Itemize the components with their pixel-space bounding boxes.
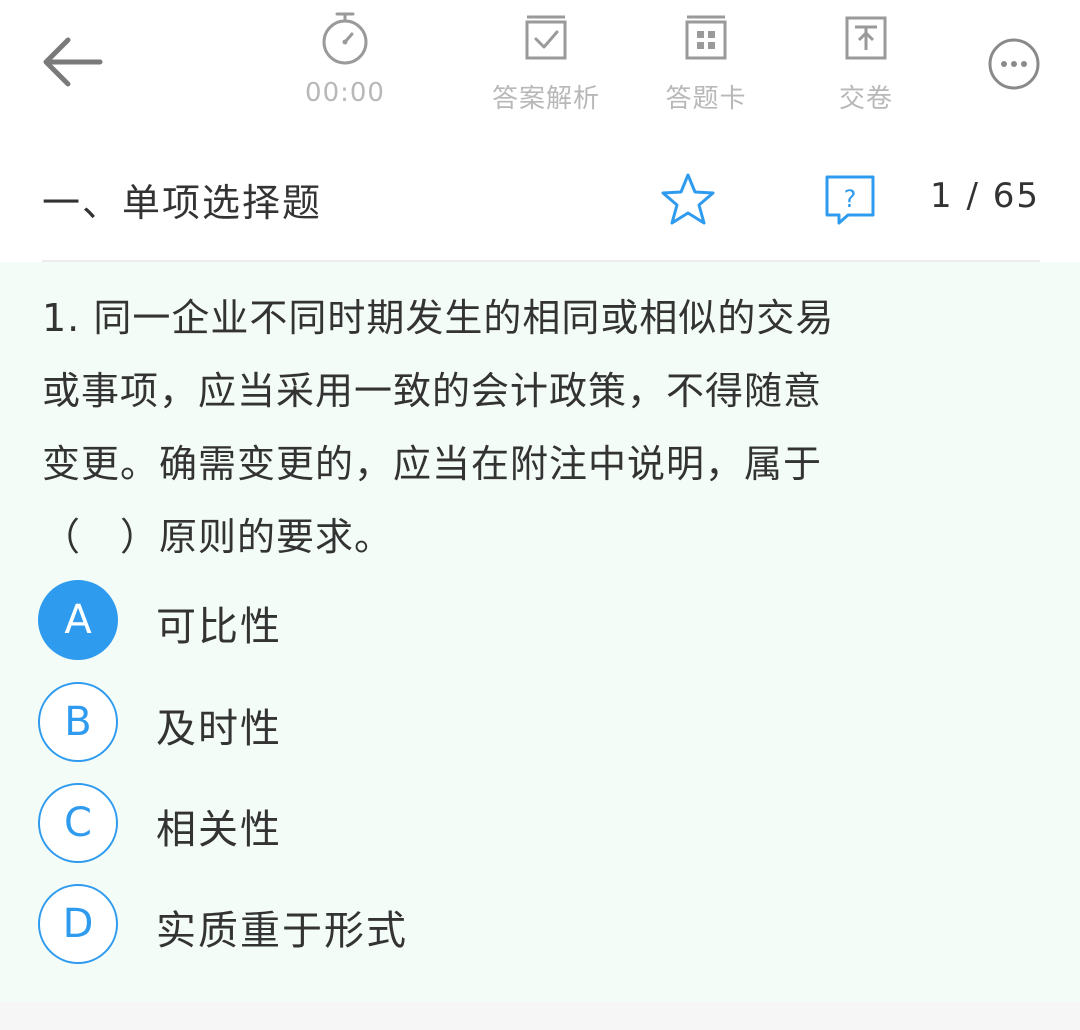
option-text: 相关性 xyxy=(156,807,282,853)
option-text: 可比性 xyxy=(156,604,282,650)
more-button[interactable] xyxy=(986,36,1042,92)
svg-text:?: ? xyxy=(844,185,857,213)
analysis-icon xyxy=(525,15,567,60)
option-text: 实质重于形式 xyxy=(156,908,408,954)
question-stem: 1. 同一企业不同时期发生的相同或相似的交易 或事项，应当采用一致的会计政策，不… xyxy=(42,282,982,574)
question-progress: 1 / 65 xyxy=(930,176,1040,216)
option-b[interactable]: B 及时性 xyxy=(38,682,938,766)
submit-paper-label: 交卷 xyxy=(838,84,893,114)
submit-paper-button[interactable]: 交卷 xyxy=(786,10,946,115)
option-a[interactable]: A 可比性 xyxy=(38,580,938,664)
timer-button[interactable]: 00:00 xyxy=(265,10,425,108)
answer-card-button[interactable]: 答题卡 xyxy=(626,10,786,115)
option-letter-bubble: A xyxy=(38,580,118,660)
timer-label: 00:00 xyxy=(305,78,385,108)
option-text: 及时性 xyxy=(156,706,282,752)
arrow-left-icon xyxy=(43,37,103,87)
section-header: 一、单项选择题 ? 1 / 65 xyxy=(0,160,1080,240)
top-toolbar: 00:00 答案解析 答题卡 交卷 xyxy=(0,0,1080,130)
option-d[interactable]: D 实质重于形式 xyxy=(38,884,938,968)
answer-analysis-button[interactable]: 答案解析 xyxy=(466,10,626,115)
option-letter-bubble: D xyxy=(38,884,118,964)
stopwatch-icon xyxy=(322,12,368,65)
question-line: （ ）原则的要求。 xyxy=(42,515,394,559)
answer-analysis-label: 答案解析 xyxy=(491,84,600,114)
answer-card-label: 答题卡 xyxy=(665,84,747,114)
section-title: 一、单项选择题 xyxy=(42,181,323,225)
question-help-icon: ? xyxy=(825,175,875,225)
option-c[interactable]: C 相关性 xyxy=(38,783,938,867)
question-line: 1. 同一企业不同时期发生的相同或相似的交易 xyxy=(42,296,835,340)
option-letter-bubble: B xyxy=(38,682,118,762)
question-line: 或事项，应当采用一致的会计政策，不得随意 xyxy=(42,369,823,413)
answer-card-icon xyxy=(685,15,727,60)
question-help-button[interactable]: ? xyxy=(822,172,878,228)
question-line: 变更。确需变更的，应当在附注中说明，属于 xyxy=(42,442,823,486)
quiz-screen: 00:00 答案解析 答题卡 交卷 一、单项选择题 ? 1 / 65 1. 同一… xyxy=(0,0,1080,1030)
more-icon xyxy=(988,38,1040,90)
star-icon xyxy=(661,173,715,225)
bottom-strip xyxy=(0,1002,1080,1030)
back-button[interactable] xyxy=(36,30,108,94)
question-area: 1. 同一企业不同时期发生的相同或相似的交易 或事项，应当采用一致的会计政策，不… xyxy=(0,262,1080,1002)
favorite-button[interactable] xyxy=(658,170,718,230)
submit-paper-icon xyxy=(845,16,887,60)
option-letter-bubble: C xyxy=(38,783,118,863)
